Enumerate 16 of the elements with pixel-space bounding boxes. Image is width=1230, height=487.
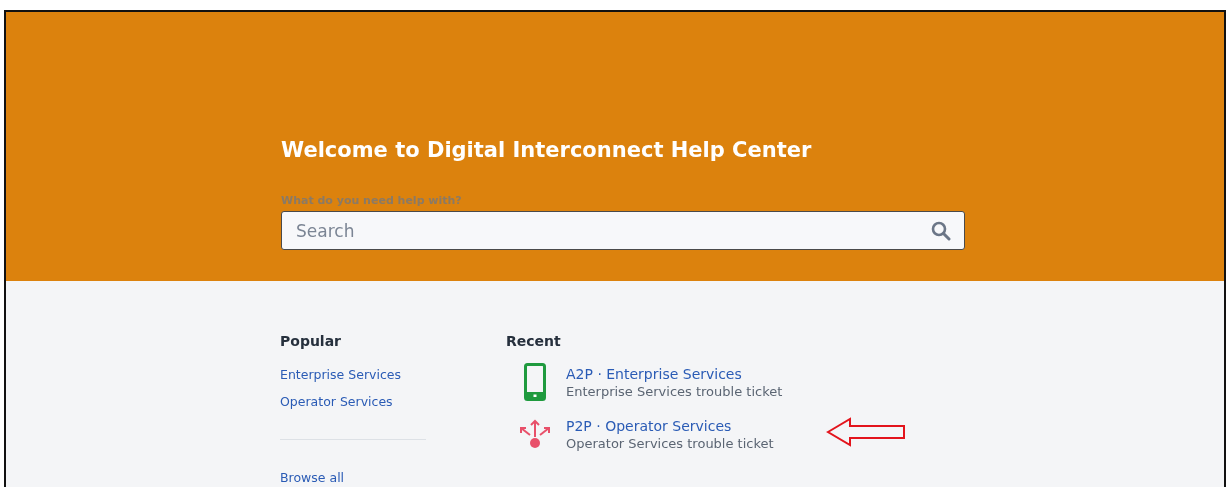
- browse-all-link[interactable]: Browse all: [280, 470, 345, 485]
- recent-item-row[interactable]: A2P · Enterprise Services Enterprise Services trouble ticket: [506, 363, 908, 401]
- popular-link[interactable]: Operator Services: [280, 394, 393, 409]
- request-type-description: Operator Services trouble ticket: [566, 435, 774, 451]
- request-type-link[interactable]: P2P · Operator Services: [566, 417, 732, 434]
- search-label: What do you need help with?: [281, 194, 462, 207]
- share-arrows-icon: [518, 419, 552, 449]
- phone-icon: [524, 363, 546, 401]
- search-icon[interactable]: [931, 221, 951, 241]
- section-heading: Recent: [506, 333, 561, 349]
- request-type-description: Enterprise Services trouble ticket: [566, 383, 783, 399]
- section-heading: Popular: [280, 333, 342, 349]
- page-title: Welcome to Digital Interconnect Help Center: [281, 138, 812, 162]
- search-field[interactable]: Search: [281, 211, 965, 250]
- request-type-link[interactable]: A2P · Enterprise Services: [566, 365, 742, 382]
- popular-link[interactable]: Enterprise Services: [280, 367, 401, 382]
